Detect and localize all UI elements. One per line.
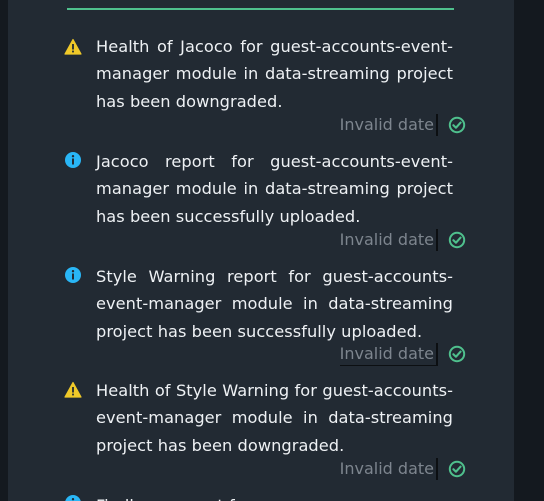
mark-read-check-icon[interactable] [448,345,466,363]
notification-date: Invalid date [339,342,438,366]
notification-footer: Invalid date [340,228,466,252]
notifications-panel: Health of Jacoco for guest-accounts-even… [8,0,514,501]
warning-icon [64,381,82,399]
notification-message: Jacoco report for guest-accounts-event-m… [96,152,453,226]
info-icon [64,266,82,284]
notification-date: Invalid date [340,229,438,251]
notification-footer: Invalid date [340,113,466,137]
notification-footer: Invalid date [340,457,466,481]
notification-date: Invalid date [340,458,438,480]
header-divider [67,8,454,10]
notification-message: Health of Jacoco for guest-accounts-even… [96,37,453,111]
notification-message: Findbugs report for [96,492,453,501]
notification-message: Health of Style Warning for guest-accoun… [96,381,453,455]
info-icon [64,494,82,501]
warning-icon [64,38,82,56]
notification-date: Invalid date [340,114,438,136]
mark-read-check-icon[interactable] [448,460,466,478]
notification-message: Style Warning report for guest-accounts-… [96,267,453,341]
mark-read-check-icon[interactable] [448,116,466,134]
info-icon [64,151,82,169]
notification-footer: Invalid date [339,342,466,366]
mark-read-check-icon[interactable] [448,231,466,249]
